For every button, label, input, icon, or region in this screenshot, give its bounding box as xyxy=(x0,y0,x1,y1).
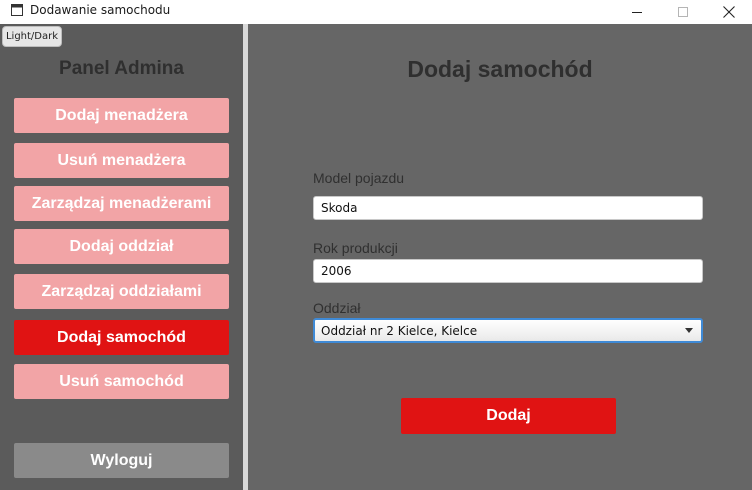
app-window-icon xyxy=(11,4,23,16)
branch-label: Oddział xyxy=(313,300,361,316)
content-area: Light/Dark Panel Admina Dodaj menadżera … xyxy=(0,24,752,490)
sidebar-item-remove-car[interactable]: Usuń samochód xyxy=(14,364,229,399)
sidebar-item-add-branch[interactable]: Dodaj oddział xyxy=(14,229,229,264)
sidebar-item-add-manager[interactable]: Dodaj menadżera xyxy=(14,98,229,133)
year-input[interactable] xyxy=(313,259,703,283)
minimize-button[interactable] xyxy=(614,0,660,24)
title-bar: Dodawanie samochodu xyxy=(0,0,752,24)
sidebar-item-add-car[interactable]: Dodaj samochód xyxy=(14,320,229,355)
sidebar-item-remove-manager[interactable]: Usuń menadżera xyxy=(14,143,229,178)
maximize-icon xyxy=(678,7,688,17)
theme-toggle-button[interactable]: Light/Dark xyxy=(2,26,62,47)
minimize-icon xyxy=(632,12,642,13)
year-label: Rok produkcji xyxy=(313,240,398,256)
sidebar-item-manage-managers[interactable]: Zarządzaj menadżerami xyxy=(14,186,229,221)
app-window: Dodawanie samochodu Light/Dark Panel Adm… xyxy=(0,0,752,490)
branch-select-value: Oddział nr 2 Kielce, Kielce xyxy=(321,323,478,338)
model-label: Model pojazdu xyxy=(313,170,405,186)
add-car-submit-button[interactable]: Dodaj xyxy=(401,398,616,434)
window-title: Dodawanie samochodu xyxy=(30,3,171,17)
chevron-down-icon xyxy=(685,328,693,333)
sidebar: Light/Dark Panel Admina Dodaj menadżera … xyxy=(0,24,243,490)
branch-select[interactable]: Oddział nr 2 Kielce, Kielce xyxy=(313,318,703,343)
model-input[interactable] xyxy=(313,196,703,220)
sidebar-item-manage-branches[interactable]: Zarządzaj oddziałami xyxy=(14,274,229,309)
page-title: Dodaj samochód xyxy=(407,56,593,82)
sidebar-divider xyxy=(243,24,248,490)
close-icon xyxy=(723,6,735,18)
maximize-button[interactable] xyxy=(660,0,706,24)
sidebar-title: Panel Admina xyxy=(59,58,184,79)
close-button[interactable] xyxy=(706,0,752,24)
logout-button[interactable]: Wyloguj xyxy=(14,443,229,478)
